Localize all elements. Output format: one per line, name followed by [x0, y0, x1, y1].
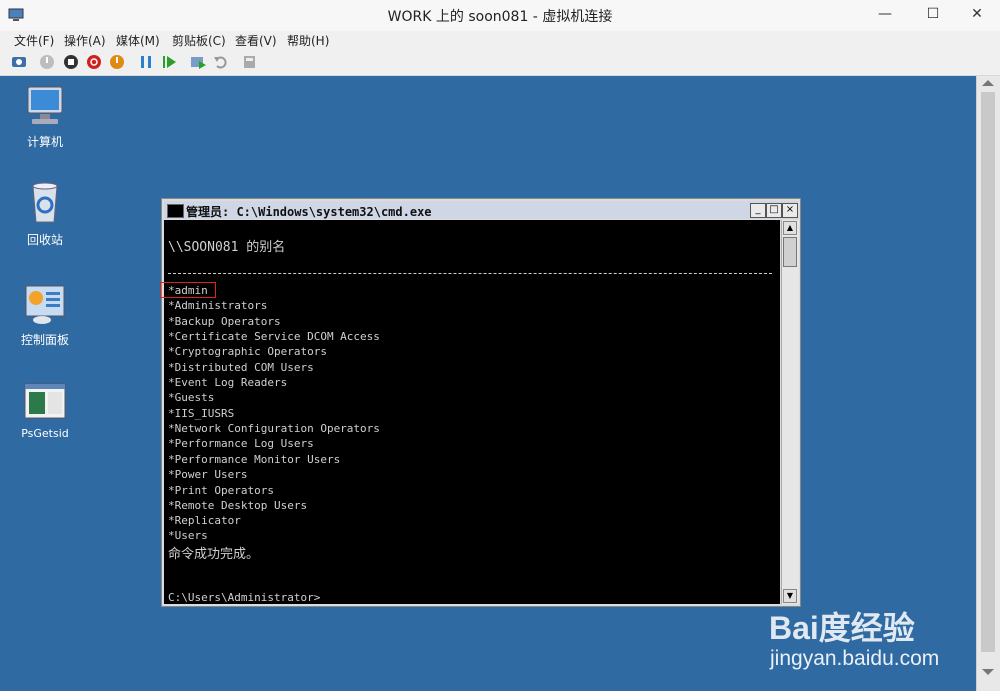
resume-icon[interactable] [160, 53, 178, 71]
alias-item: *Distributed COM Users [168, 361, 314, 374]
cmd-close-button[interactable]: × [782, 203, 798, 218]
host-vertical-scrollbar[interactable] [976, 76, 1000, 691]
app-icon [24, 383, 66, 419]
maximize-button[interactable]: ☐ [910, 0, 956, 28]
alias-item: *Power Users [168, 468, 248, 481]
desktop-icon-label: 计算机 [26, 135, 63, 149]
cmd-minimize-button[interactable]: _ [750, 203, 766, 218]
watermark-url: jingyan.baidu.com [770, 647, 940, 670]
cmd-window[interactable]: 管理员: C:\Windows\system32\cmd.exe _ □ × \… [160, 198, 801, 607]
console-output[interactable]: \\SOON081 的别名 *admin *Administrators *Ba… [160, 220, 780, 604]
command-prompt[interactable]: C:\Users\Administrator> [168, 591, 320, 604]
alias-item: *admin [168, 284, 208, 297]
turnoff-icon[interactable] [62, 53, 80, 71]
scroll-down-icon[interactable] [982, 669, 994, 675]
save-icon[interactable] [108, 53, 126, 71]
desktop-icon-psgetsid[interactable]: PsGetsid [10, 382, 80, 440]
alias-item: *Remote Desktop Users [168, 499, 308, 512]
cmd-scroll-down-icon[interactable]: ▼ [783, 589, 797, 603]
alias-item: *Users [168, 529, 208, 542]
ctrl-alt-del-icon[interactable] [10, 53, 28, 71]
close-button[interactable]: ✕ [954, 0, 1000, 28]
alias-item: *Event Log Readers [168, 376, 288, 389]
result-message: 命令成功完成。 [168, 547, 260, 562]
revert-icon[interactable] [212, 53, 230, 71]
cmd-icon [167, 204, 184, 218]
control-panel-icon [25, 285, 65, 324]
cmd-title: 管理员: C:\Windows\system32\cmd.exe [186, 205, 432, 219]
scroll-up-icon[interactable] [982, 80, 994, 86]
watermark-brand: Bai度经验 [769, 610, 915, 646]
cmd-title-bar[interactable]: 管理员: C:\Windows\system32\cmd.exe _ □ × [164, 201, 798, 219]
cmd-scroll-up-icon[interactable]: ▲ [783, 221, 797, 235]
title-bar: WORK 上的 soon081 - 虚拟机连接 — ☐ ✕ [0, 0, 1000, 32]
desktop-icon-label: PsGetsid [21, 427, 69, 440]
alias-item: *Backup Operators [168, 315, 281, 328]
cmd-scroll-thumb[interactable] [783, 237, 797, 267]
menu-file[interactable]: 文件(F) [14, 32, 54, 49]
pause-icon[interactable] [137, 53, 155, 71]
minimize-button[interactable]: — [862, 0, 908, 28]
menu-media[interactable]: 媒体(M) [116, 32, 160, 49]
menu-help[interactable]: 帮助(H) [287, 32, 329, 49]
recycle-bin-icon [32, 182, 58, 223]
separator-line [168, 273, 772, 274]
alias-item: *Replicator [168, 514, 241, 527]
alias-item: *Performance Log Users [168, 437, 314, 450]
alias-item: *Network Configuration Operators [168, 422, 380, 435]
alias-header: \\SOON081 的别名 [168, 240, 286, 255]
checkpoint-icon[interactable] [189, 53, 207, 71]
scroll-thumb[interactable] [981, 92, 995, 652]
cmd-scrollbar[interactable]: ▲ ▼ [781, 220, 799, 604]
share-icon[interactable] [241, 53, 259, 71]
alias-item: *Guests [168, 391, 215, 404]
alias-item: *Print Operators [168, 484, 274, 497]
menu-view[interactable]: 查看(V) [235, 32, 277, 49]
menu-bar: 文件(F) 操作(A) 媒体(M) 剪贴板(C) 查看(V) 帮助(H) [0, 31, 1000, 49]
desktop-icon-computer[interactable]: 计算机 [10, 84, 80, 150]
alias-item: *Certificate Service DCOM Access [168, 330, 380, 343]
desktop-icon-recycle-bin[interactable]: 回收站 [10, 180, 80, 248]
menu-clipboard[interactable]: 剪贴板(C) [172, 32, 226, 49]
cmd-maximize-button[interactable]: □ [766, 203, 782, 218]
alias-item: *Cryptographic Operators [168, 345, 327, 358]
desktop-icon-control-panel[interactable]: 控制面板 [10, 282, 80, 348]
shutdown-icon[interactable] [85, 53, 103, 71]
alias-item: *IIS_IUSRS [168, 407, 235, 420]
alias-item: *Performance Monitor Users [168, 453, 341, 466]
desktop-icon-label: 回收站 [26, 233, 63, 247]
menu-action[interactable]: 操作(A) [64, 32, 106, 49]
alias-item: *Administrators [168, 299, 268, 312]
start-icon[interactable] [38, 53, 56, 71]
toolbar [0, 49, 1000, 76]
computer-icon [27, 86, 63, 124]
desktop-icon-label: 控制面板 [20, 333, 69, 347]
window-title: WORK 上的 soon081 - 虚拟机连接 [387, 9, 613, 25]
